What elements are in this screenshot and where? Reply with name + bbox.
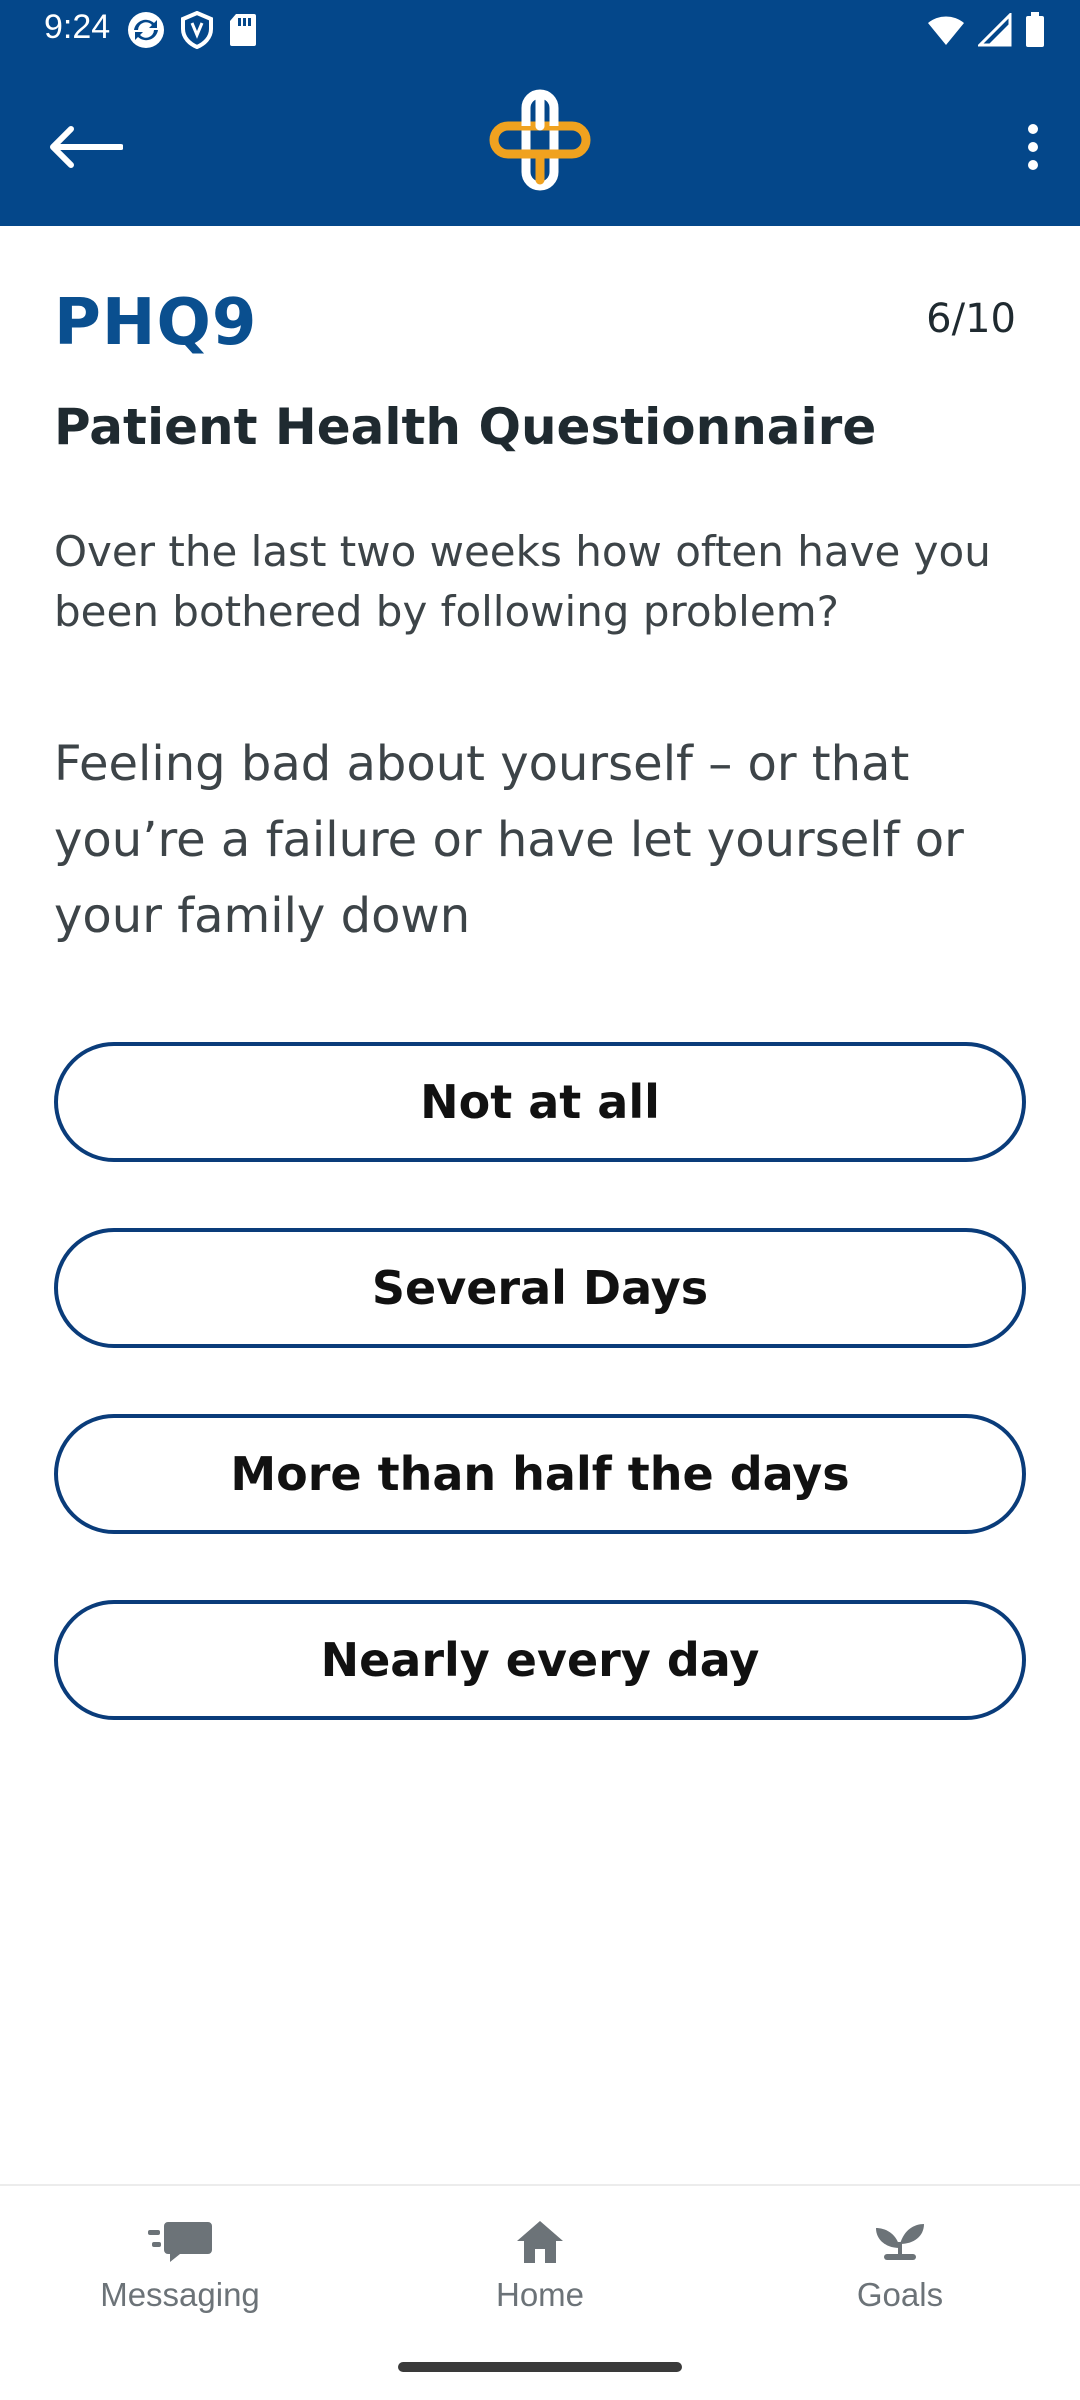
sd-card-icon	[230, 14, 256, 46]
question-instruction: Over the last two weeks how often have y…	[54, 527, 991, 636]
nav-item-messaging[interactable]: Messaging	[70, 2212, 290, 2314]
status-left-icons	[126, 10, 258, 50]
nav-item-home[interactable]: Home	[430, 2212, 650, 2314]
answer-several-days-button[interactable]: Several Days	[54, 1228, 1026, 1348]
status-bar: 9:24	[0, 0, 1080, 60]
shield-icon	[181, 11, 213, 49]
nav-label-goals: Goals	[856, 2276, 944, 2313]
more-options-button[interactable]	[998, 102, 1068, 192]
status-right-icons	[926, 12, 1046, 48]
nav-label-messaging: Messaging	[100, 2276, 260, 2313]
wifi-icon	[928, 16, 964, 45]
arrow-left-icon	[50, 126, 123, 168]
gesture-home-indicator[interactable]	[398, 2362, 682, 2372]
questionnaire-title: Patient Health Questionnaire	[54, 398, 877, 456]
answer-not-at-all-button[interactable]: Not at all	[54, 1042, 1026, 1162]
nav-label-home: Home	[495, 2276, 585, 2313]
health-cross-logo	[489, 89, 591, 191]
nav-item-goals[interactable]: Goals	[790, 2212, 1010, 2314]
back-button[interactable]	[40, 102, 130, 192]
question-text: Feeling bad about yourself – or that you…	[54, 736, 964, 944]
goals-sprout-icon	[876, 2224, 924, 2260]
app-bar	[0, 60, 1080, 226]
battery-icon	[1026, 12, 1044, 47]
status-time: 9:24	[44, 8, 111, 46]
answer-options: Not at all Several Days More than half t…	[54, 1042, 1026, 1786]
answer-nearly-every-day-button[interactable]: Nearly every day	[54, 1600, 1026, 1720]
signal-icon	[978, 13, 1012, 47]
answer-more-than-half-button[interactable]: More than half the days	[54, 1414, 1026, 1534]
sync-icon	[128, 12, 164, 48]
more-vert-icon	[1028, 124, 1038, 170]
questionnaire-code: PHQ9	[54, 286, 258, 360]
home-icon	[517, 2221, 563, 2263]
question-progress: 6/10	[926, 296, 1016, 342]
messaging-icon	[148, 2222, 212, 2262]
